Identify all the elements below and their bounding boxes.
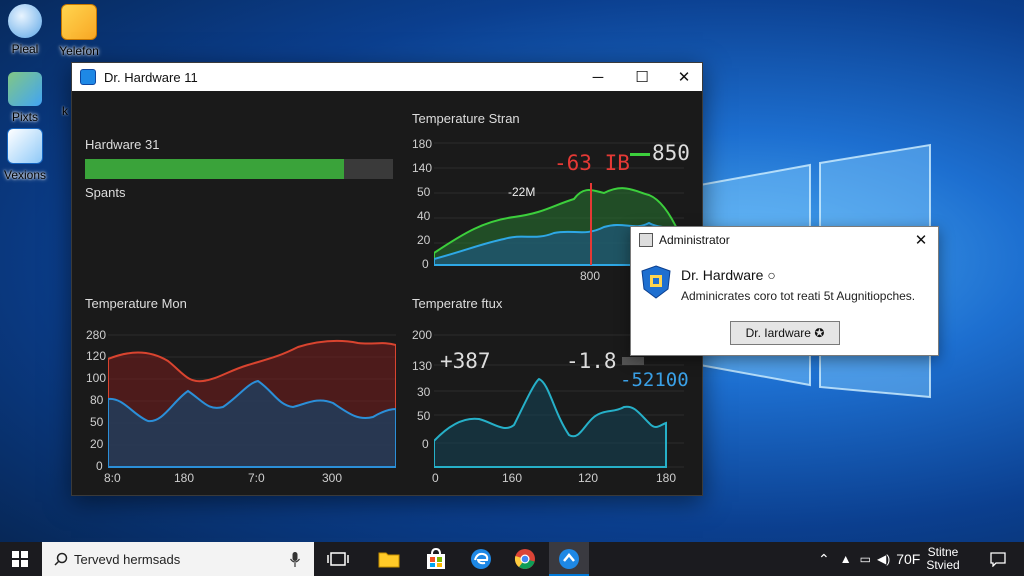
hardware-progress-bar bbox=[85, 159, 393, 179]
dr-hardware-app-icon bbox=[559, 549, 579, 569]
y-tick: 280 bbox=[86, 328, 107, 342]
x-tick: 0 bbox=[432, 471, 439, 485]
window-titlebar[interactable]: Dr. Hardware 11 ─ ☐ ✕ bbox=[72, 63, 702, 91]
maximize-button[interactable]: ☐ bbox=[620, 63, 664, 91]
desktop-icon-label: Vexions bbox=[3, 168, 47, 182]
file-explorer-icon[interactable] bbox=[377, 547, 401, 571]
temp-mon-title: Temperature Mon bbox=[85, 296, 187, 311]
pictures-icon bbox=[8, 72, 42, 106]
readout-mid: -1.8 bbox=[566, 349, 617, 373]
active-app-taskbar-button[interactable] bbox=[549, 542, 589, 576]
notification-bell-icon[interactable]: ▲ bbox=[840, 552, 852, 566]
readout-red: -63 IB bbox=[554, 151, 630, 175]
recycle-bin-icon bbox=[8, 4, 42, 38]
edge-browser-icon[interactable] bbox=[469, 547, 493, 571]
dr-hardware-window: Dr. Hardware 11 ─ ☐ ✕ Hardware 31 Spants… bbox=[71, 62, 703, 496]
flux-series-area bbox=[434, 377, 667, 468]
dialog-body: Dr. Hardware ○ Adminicrates coro tot rea… bbox=[631, 253, 938, 355]
search-icon bbox=[54, 552, 68, 566]
readout-left: +387 bbox=[440, 349, 491, 373]
desktop-icon-label: Pixts bbox=[11, 110, 38, 124]
y-tick: 40 bbox=[417, 209, 431, 223]
chrome-browser-icon[interactable] bbox=[513, 547, 537, 571]
x-tick: 800 bbox=[580, 269, 601, 283]
system-tray: ⌃ ▲ ▭ ◀) 70F Stitne Stvied bbox=[818, 542, 960, 576]
y-tick: 50 bbox=[417, 185, 431, 199]
folder-icon bbox=[61, 4, 97, 40]
flux-legend-swatch bbox=[622, 357, 644, 365]
dialog-title: Administrator bbox=[659, 233, 730, 247]
x-tick: 300 bbox=[322, 471, 343, 485]
hardware-sub-label: Spants bbox=[85, 185, 126, 200]
desktop-icon-pictures[interactable]: Pixts bbox=[0, 72, 56, 124]
green-legend-swatch bbox=[630, 153, 650, 156]
desktop-icon-document[interactable]: Vexions bbox=[0, 128, 56, 182]
y-tick: 0 bbox=[96, 459, 103, 473]
temp-mon-chart bbox=[108, 334, 396, 468]
y-tick: 20 bbox=[417, 233, 431, 247]
readout-right: -52100 bbox=[620, 369, 689, 391]
x-tick: 120 bbox=[578, 471, 599, 485]
x-tick: 180 bbox=[656, 471, 677, 485]
chart-annotation: -22M bbox=[508, 185, 536, 199]
desktop-icon-folder[interactable]: Yelefon bbox=[48, 4, 110, 58]
dialog-message: Adminicrates coro tot reati 5t Augnitiop… bbox=[681, 289, 916, 303]
store-icon[interactable] bbox=[424, 547, 448, 571]
y-tick: 130 bbox=[412, 359, 433, 373]
y-tick: 80 bbox=[90, 393, 104, 407]
battery-icon[interactable]: ▭ bbox=[860, 552, 871, 566]
chevron-up-icon[interactable]: ⌃ bbox=[818, 551, 830, 568]
dialog-close-button[interactable]: ✕ bbox=[910, 230, 932, 250]
clock[interactable]: Stitne Stvied bbox=[926, 546, 959, 572]
y-tick: 50 bbox=[90, 415, 104, 429]
minimize-button[interactable]: ─ bbox=[576, 63, 620, 91]
hardware-progress-fill bbox=[85, 159, 344, 179]
dialog-titlebar[interactable]: Administrator ✕ bbox=[631, 227, 938, 253]
search-placeholder: Tervevd hermsads bbox=[74, 551, 181, 567]
volume-icon[interactable]: ◀) bbox=[877, 552, 890, 566]
dialog-action-button[interactable]: Dr. Iardware ✪ bbox=[730, 321, 840, 345]
x-tick: 180 bbox=[174, 471, 195, 485]
y-tick: 180 bbox=[412, 137, 433, 151]
desktop-icon-label: Pieal bbox=[11, 42, 39, 56]
y-tick: 140 bbox=[412, 161, 433, 175]
x-tick: 160 bbox=[502, 471, 523, 485]
readout-green: 850 bbox=[652, 141, 690, 165]
start-windows-icon[interactable] bbox=[12, 551, 28, 567]
y-tick: 0 bbox=[422, 257, 429, 271]
desktop-icon-label: Yelefon bbox=[59, 44, 99, 58]
x-tick: 8:0 bbox=[104, 471, 121, 485]
y-tick: 200 bbox=[412, 328, 433, 342]
temp-strain-title: Temperature Stran bbox=[412, 111, 520, 126]
microphone-icon[interactable] bbox=[290, 552, 300, 567]
dialog-heading: Dr. Hardware ○ bbox=[681, 267, 776, 283]
temp-flux-title: Temperatre ftux bbox=[412, 296, 503, 311]
taskbar-search-box[interactable]: Tervevd hermsads bbox=[42, 542, 314, 576]
taskbar: Tervevd hermsads ⌃ ▲ ▭ ◀) 70F Stitne Stv… bbox=[0, 542, 1024, 576]
task-view-icon[interactable] bbox=[326, 547, 350, 571]
y-tick: 20 bbox=[90, 437, 104, 451]
dialog-icon bbox=[639, 233, 653, 247]
window-title: Dr. Hardware 11 bbox=[104, 69, 198, 85]
clock-line-2: Stvied bbox=[926, 558, 960, 572]
y-tick: 120 bbox=[86, 349, 107, 363]
desktop-side-label: k bbox=[62, 104, 68, 118]
app-icon bbox=[80, 69, 96, 85]
action-center-icon[interactable] bbox=[990, 551, 1006, 567]
dr-hardware-shield-icon bbox=[641, 265, 671, 299]
close-button[interactable]: ✕ bbox=[662, 63, 706, 91]
tray-text: 70F bbox=[896, 551, 921, 567]
y-tick: 100 bbox=[86, 371, 107, 385]
x-tick: 7:0 bbox=[248, 471, 265, 485]
document-icon bbox=[7, 128, 43, 164]
y-tick: 50 bbox=[417, 409, 431, 423]
hardware-label: Hardware 31 bbox=[85, 137, 160, 152]
administrator-dialog: Administrator ✕ Dr. Hardware ○ Adminicra… bbox=[630, 226, 939, 356]
y-tick: 0 bbox=[422, 437, 429, 451]
y-tick: 30 bbox=[417, 385, 431, 399]
